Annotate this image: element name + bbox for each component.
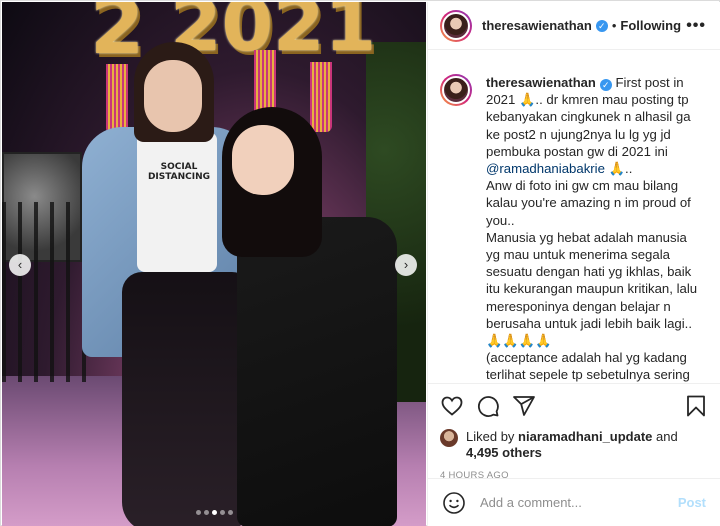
instagram-post-window: 2 2021 SOCIAL DISTANCING ‹ › theresawien… [0,0,720,526]
shirt-print: SOCIAL DISTANCING [147,162,211,182]
mention-link[interactable]: @ramadhaniabakrie [486,161,605,176]
post-button[interactable]: Post [678,495,706,510]
caption-paragraph: Anw di foto ini gw cm mau bilang kalau y… [486,178,691,228]
avatar[interactable] [440,9,472,42]
post-photo[interactable]: 2 2021 SOCIAL DISTANCING ‹ › [2,2,426,526]
chevron-right-icon[interactable]: › [395,254,417,276]
person-right [217,107,407,526]
post-header: theresawienathan ✓ • Following ••• [428,2,720,50]
caption-username[interactable]: theresawienathan [486,75,596,90]
share-icon[interactable] [512,394,536,418]
carousel-dot [195,510,201,515]
carousel-dot [227,510,233,515]
post-side-panel: theresawienathan ✓ • Following ••• there… [427,2,720,526]
likes-and: and [652,429,678,444]
verified-badge-icon: ✓ [599,79,612,91]
chevron-left-icon[interactable]: ‹ [9,254,31,276]
likes-count[interactable]: 4,495 others [466,445,542,460]
heart-icon[interactable] [440,394,464,418]
caption-line: 🙏.. [604,161,633,177]
carousel-dot-active [211,510,217,515]
header-username[interactable]: theresawienathan [482,18,592,33]
separator-dot: • [611,18,617,33]
caption-text: theresawienathan ✓ First post in 2021 🙏..… [486,74,704,383]
carousel-dot [203,510,209,515]
carousel-dots [2,503,426,518]
comment-icon[interactable] [476,394,500,418]
more-options-icon[interactable]: ••• [686,17,706,35]
liker-username[interactable]: niaramadhani_update [518,429,652,444]
avatar[interactable] [440,429,458,447]
caption-emoji: 🙏🙏🙏🙏 [486,333,552,349]
bookmark-icon[interactable] [684,394,708,418]
likes-prefix: Liked by [466,429,519,444]
post-actions: Liked by niaramadhani_update and 4,495 o… [428,383,720,481]
caption-paragraph: Manusia yg hebat adalah manusia yg mau u… [486,229,698,331]
likes-summary: Liked by niaramadhani_update and 4,495 o… [440,429,708,461]
smiley-icon[interactable] [442,491,466,515]
comment-box: Post [428,478,720,526]
comment-input[interactable] [480,495,678,510]
avatar[interactable] [440,74,472,106]
verified-badge-icon: ✓ [595,19,608,32]
following-button[interactable]: Following [620,18,681,33]
caption-area: theresawienathan ✓ First post in 2021 🙏..… [428,64,720,383]
caption-paragraph: (acceptance adalah hal yg kadang terliha… [486,350,690,383]
carousel-dot [219,510,225,515]
fence [2,202,92,382]
